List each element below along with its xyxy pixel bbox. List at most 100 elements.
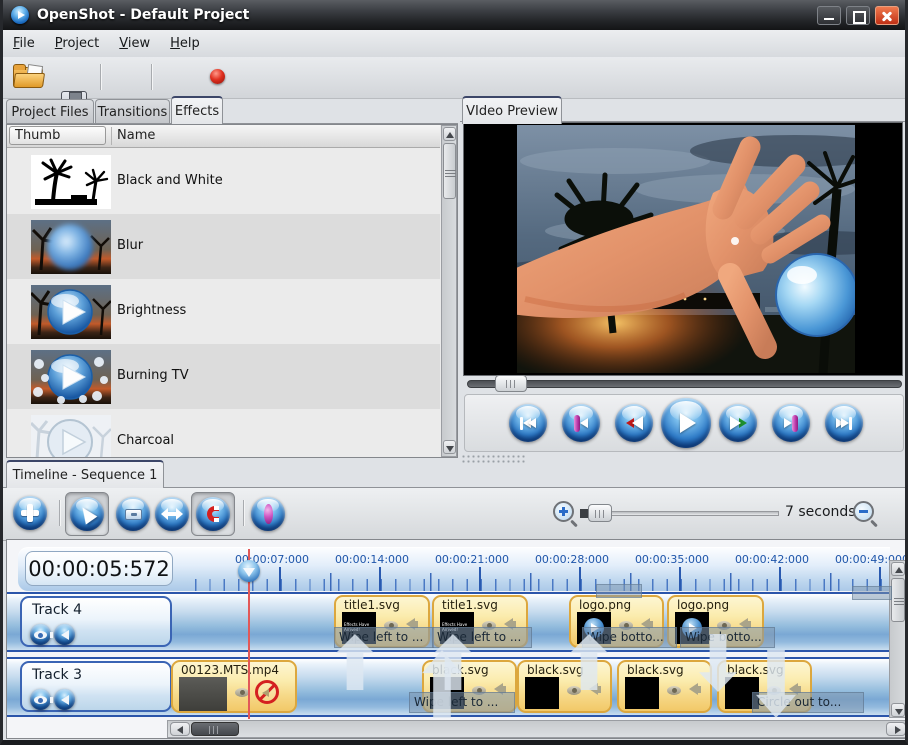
eye-icon	[34, 696, 47, 704]
eye-icon[interactable]	[567, 686, 581, 695]
razor-tool-button[interactable]	[116, 497, 150, 531]
audio-muted-icon[interactable]	[255, 680, 279, 704]
clip-label: logo.png	[677, 598, 729, 612]
ruler-label: 00:00:21:000	[422, 553, 522, 566]
track-visible-button[interactable]	[30, 689, 51, 710]
zoom-out-button[interactable]	[853, 501, 874, 522]
effect-name: Black and White	[117, 173, 223, 188]
rewind-button[interactable]	[615, 404, 653, 442]
previous-marker-button[interactable]	[562, 404, 600, 442]
menu-project[interactable]: Project	[45, 32, 110, 55]
column-thumb[interactable]: Thumb	[9, 126, 106, 145]
transition-fragment[interactable]	[596, 584, 642, 598]
ruler-label: 00:00:07:000	[222, 553, 322, 566]
add-track-button[interactable]	[13, 496, 47, 530]
timeline-vscrollbar[interactable]	[889, 560, 907, 718]
track-visible-button[interactable]	[30, 624, 51, 645]
scroll-down-button[interactable]	[443, 440, 456, 454]
column-name[interactable]: Name	[117, 128, 155, 143]
openshot-logo-icon	[11, 6, 29, 24]
track-audio-button[interactable]	[54, 689, 75, 710]
open-project-button[interactable]	[13, 64, 45, 90]
playback-bar	[464, 394, 904, 452]
effect-row[interactable]: Brightness	[7, 279, 440, 344]
menu-bar: File Project View Help	[3, 30, 905, 58]
timeline-toolbar: 7 seconds	[3, 487, 905, 541]
clip-label: black.svg	[527, 663, 584, 677]
clip-black[interactable]: black.svg	[617, 660, 712, 713]
clip-black[interactable]: black.svg	[517, 660, 612, 713]
playhead-handle[interactable]	[238, 560, 260, 586]
timeline-ruler[interactable]: 00:00:05:572 00:00:07:000 00:00:14:000 0…	[18, 547, 890, 591]
effect-row[interactable]: Burning TV	[7, 344, 440, 409]
arrow-up-icon	[895, 567, 903, 573]
close-button[interactable]	[875, 6, 899, 25]
skip-end-icon	[849, 417, 852, 430]
scroll-down-button[interactable]	[891, 703, 905, 717]
scrollbar-thumb[interactable]	[191, 722, 239, 736]
track-audio-button[interactable]	[54, 624, 75, 645]
arrow-up-icon	[446, 132, 454, 138]
record-button[interactable]	[210, 69, 225, 84]
magnet-icon	[207, 506, 219, 522]
speaker-icon[interactable]	[689, 683, 698, 695]
transition[interactable]: Wipe botto...	[680, 627, 775, 648]
tab-transitions[interactable]: Transitions	[95, 99, 170, 124]
scrollbar-thumb[interactable]	[891, 578, 905, 622]
track-3-header: Track 3	[20, 661, 172, 712]
effect-row[interactable]: Black and White	[7, 149, 440, 214]
skip-to-start-button[interactable]	[509, 404, 547, 442]
transition-fragment[interactable]	[852, 586, 892, 600]
pane-resize-grip[interactable]	[461, 454, 527, 463]
seek-slider[interactable]	[467, 380, 902, 388]
speaker-icon	[61, 630, 69, 640]
maximize-icon	[853, 11, 866, 24]
seek-slider-handle[interactable]	[495, 375, 527, 392]
tab-video-preview[interactable]: VIdeo Preview	[462, 96, 562, 124]
scroll-up-button[interactable]	[443, 127, 456, 141]
snap-tool-button[interactable]	[196, 497, 230, 531]
tab-project-files[interactable]: Project Files	[6, 99, 94, 124]
minimize-button[interactable]	[817, 6, 841, 25]
scroll-left-button[interactable]	[170, 722, 190, 736]
arrow-down-icon	[446, 446, 454, 452]
eye-icon[interactable]	[667, 686, 681, 695]
skip-to-end-button[interactable]	[825, 404, 863, 442]
play-button[interactable]	[661, 398, 711, 448]
zoom-level-label: 7 seconds	[785, 504, 856, 520]
timeline-hscrollbar[interactable]	[167, 720, 907, 738]
effect-row[interactable]: Blur	[7, 214, 440, 279]
next-marker-button[interactable]	[772, 404, 810, 442]
scroll-up-button[interactable]	[891, 562, 905, 576]
effect-row[interactable]: Charcoal	[7, 409, 440, 457]
zoom-in-button[interactable]	[553, 501, 574, 522]
add-marker-button[interactable]	[251, 497, 285, 531]
main-toolbar	[3, 57, 905, 99]
fast-forward-button[interactable]	[719, 404, 757, 442]
marker-icon	[792, 415, 798, 432]
track-4-header: Track 4	[20, 596, 172, 647]
video-preview[interactable]	[463, 122, 903, 376]
maximize-button[interactable]	[846, 6, 870, 25]
scrollbar-thumb[interactable]	[443, 143, 456, 199]
tab-timeline[interactable]: Timeline - Sequence 1	[6, 460, 164, 488]
effects-scrollbar[interactable]	[441, 125, 457, 457]
menu-view[interactable]: View	[109, 32, 160, 55]
burning-tv-thumb	[31, 350, 111, 404]
black-and-white-thumb	[31, 155, 111, 209]
menu-help[interactable]: Help	[160, 32, 210, 55]
ruler-label: 00:00:42:000	[722, 553, 822, 566]
menu-file[interactable]: File	[3, 32, 45, 55]
eye-icon[interactable]	[235, 688, 249, 697]
resize-tool-button[interactable]	[155, 497, 189, 531]
clip-label: logo.png	[579, 598, 631, 612]
scroll-right-button[interactable]	[886, 722, 906, 736]
zoom-slider-handle[interactable]	[588, 504, 612, 522]
zoom-slider-groove[interactable]	[611, 511, 779, 516]
clip-video[interactable]: 00123.MTS.mp4	[171, 660, 297, 713]
effect-name: Blur	[117, 238, 143, 253]
transition[interactable]: Wipe left to ...	[409, 692, 515, 713]
tab-effects[interactable]: Effects	[171, 96, 223, 124]
effect-name: Burning TV	[117, 368, 189, 383]
select-tool-button[interactable]	[70, 497, 104, 531]
